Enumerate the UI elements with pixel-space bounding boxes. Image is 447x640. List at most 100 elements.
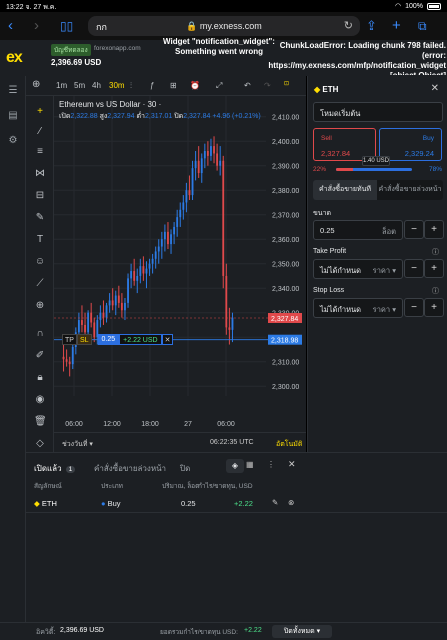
tab-open-positions[interactable]: เปิดแล้ว 1: [34, 462, 76, 475]
auto-scale-button[interactable]: อัตโนมัติ: [276, 439, 302, 450]
magnet-icon[interactable]: ∩: [34, 328, 46, 340]
close-position-icon[interactable]: ✕: [161, 334, 174, 346]
forward-icon[interactable]: ›: [34, 18, 39, 33]
indicators-icon[interactable]: ƒ: [150, 81, 154, 90]
trash-icon[interactable]: 🗑︎: [34, 416, 47, 428]
chart-type-icon[interactable]: ⫶: [130, 81, 132, 91]
ruler-icon[interactable]: ⟋: [34, 278, 46, 290]
table-row[interactable]: ◆ ETH ● Buy 0.25 +2.22 ✎ ⊗: [26, 495, 447, 513]
candle-body: [71, 347, 74, 365]
candlestick-chart[interactable]: 2,410.00 2,400.00 2,390.00 2,380.00 2,370.00…: [54, 96, 306, 432]
sl-label: Stop Loss: [313, 287, 345, 294]
time-tick-label: 18:00: [141, 421, 159, 428]
eye-icon[interactable]: ◉: [34, 394, 46, 406]
exness-logo[interactable]: ex: [6, 49, 23, 67]
add-indicator-icon[interactable]: ⊕: [32, 79, 40, 90]
close-panel-icon[interactable]: ✕: [431, 83, 439, 94]
close-all-button[interactable]: ปิดทั้งหมด ▾: [272, 625, 332, 638]
timeframe-30m[interactable]: 30m: [109, 81, 125, 90]
candle-body: [130, 271, 133, 279]
date-range-button[interactable]: ช่วงวันที่ ▾: [62, 439, 93, 450]
pattern-icon[interactable]: ⋈: [34, 168, 46, 180]
timeframe-4h[interactable]: 4h: [92, 81, 101, 90]
tp-button[interactable]: TP: [62, 334, 77, 346]
battery-percent: 100%: [405, 2, 423, 10]
position-line-label[interactable]: TP SL 0.25 +2.22 USD ✕: [62, 334, 174, 346]
sl-increase-button[interactable]: +: [424, 298, 444, 317]
reload-icon[interactable]: ↻: [344, 19, 353, 32]
timeframe-1m[interactable]: 1m: [56, 81, 67, 90]
stop-loss-input[interactable]: ไม่ได้กำหนด ราคา ▾: [313, 298, 403, 318]
emoji-icon[interactable]: ☺: [34, 256, 46, 268]
position-price-label: 2,318.98: [271, 338, 298, 345]
zoom-icon[interactable]: ⊕: [34, 300, 46, 312]
more-options-icon[interactable]: ⋮: [267, 460, 275, 469]
fib-icon[interactable]: ≡: [34, 146, 46, 158]
text-icon[interactable]: T: [34, 234, 46, 246]
redo-icon[interactable]: ↷: [264, 81, 271, 90]
fullscreen-icon[interactable]: ⤢: [216, 81, 222, 91]
grouping-icon[interactable]: ▦: [246, 460, 254, 469]
price-tick-label: 2,380.00: [272, 188, 299, 195]
equity-label: อิควิตี้:: [36, 629, 56, 636]
candle-body: [231, 317, 234, 330]
take-profit-input[interactable]: ไม่ได้กำหนด ราคา ▾: [313, 259, 403, 279]
sl-button[interactable]: SL: [76, 334, 92, 346]
candle-body: [87, 312, 90, 333]
timeframe-5m[interactable]: 5m: [74, 81, 85, 90]
candle-body: [151, 258, 154, 264]
current-price-label: 2,327.84: [271, 316, 298, 323]
undo-icon[interactable]: ↶: [244, 81, 251, 90]
tp-info-icon[interactable]: ⓘ: [432, 247, 439, 257]
position-volume: 0.25: [97, 334, 120, 346]
candle-body: [216, 153, 219, 166]
crosshair-icon[interactable]: +: [34, 106, 46, 118]
settings-icon[interactable]: ⚙: [6, 134, 20, 148]
collapse-icon[interactable]: ◇: [34, 438, 46, 450]
edit-position-icon[interactable]: ✎: [272, 498, 278, 507]
book-icon[interactable]: ▯▯: [60, 19, 73, 34]
trendline-icon[interactable]: ⁄: [34, 126, 46, 138]
tab-pending-order[interactable]: คำสั่งซื้อขายล่วงหน้า: [377, 180, 443, 200]
address-bar[interactable]: กก 🔒 my.exness.com ↻: [88, 16, 360, 36]
volume-label: ขนาด: [313, 210, 332, 217]
tabs-icon[interactable]: ⧉: [418, 19, 427, 34]
account-footer: อิควิตี้: 2,396.69 USD ยอดรวมกำไร/ขาดทุน…: [0, 622, 447, 640]
calendar-icon[interactable]: ▤: [6, 109, 20, 123]
candle-body: [200, 158, 203, 174]
tab-market-order[interactable]: คำสั่งซื้อขายทันที: [313, 180, 377, 200]
account-balance[interactable]: 2,396.69 USD: [51, 58, 101, 67]
brush-icon[interactable]: ✎: [34, 212, 46, 224]
new-tab-icon[interactable]: +: [392, 18, 401, 33]
tp-increase-button[interactable]: +: [424, 259, 444, 278]
volume-input[interactable]: 0.25 ล็อต: [313, 220, 403, 240]
menu-icon[interactable]: ☰: [6, 84, 20, 98]
alert-icon[interactable]: ⏰: [190, 81, 200, 90]
candle-body: [139, 266, 142, 276]
close-positions-panel-icon[interactable]: ✕: [288, 459, 296, 470]
tab-pending-orders[interactable]: คำสั่งซื้อขายล่วงหน้า: [94, 462, 166, 475]
account-type-badge[interactable]: บัญชีทดลอง: [51, 44, 91, 56]
sl-info-icon[interactable]: ⓘ: [432, 286, 439, 296]
volume-decrease-button[interactable]: −: [404, 220, 424, 239]
compare-icon[interactable]: ⊞: [170, 81, 177, 90]
candle-body: [105, 305, 108, 318]
buy-percent: 78%: [428, 166, 442, 173]
tab-closed[interactable]: ปิด: [180, 462, 190, 475]
close-row-icon[interactable]: ⊗: [288, 498, 294, 507]
pencil-lock-icon[interactable]: ✐: [34, 350, 46, 362]
share-icon[interactable]: ⇪: [366, 18, 377, 33]
sl-decrease-button[interactable]: −: [404, 298, 424, 317]
tp-decrease-button[interactable]: −: [404, 259, 424, 278]
total-pnl-label: ยอดรวมกำไร/ขาดทุน USD:: [160, 629, 238, 636]
price-chart[interactable]: 2,410.00 2,400.00 2,390.00 2,380.00 2,370.00…: [54, 96, 306, 452]
order-mode-select[interactable]: โหมดเริ่มต้น: [313, 102, 443, 122]
view-toggle-icon[interactable]: ◈: [226, 459, 244, 473]
candle-body: [176, 217, 179, 227]
prediction-icon[interactable]: ⊟: [34, 190, 46, 202]
volume-increase-button[interactable]: +: [424, 220, 444, 239]
back-icon[interactable]: ‹: [8, 18, 13, 33]
publish-button[interactable]: ⊡: [284, 80, 289, 87]
lock-icon[interactable]: 🔒︎: [34, 372, 46, 384]
candle-body: [114, 295, 117, 306]
